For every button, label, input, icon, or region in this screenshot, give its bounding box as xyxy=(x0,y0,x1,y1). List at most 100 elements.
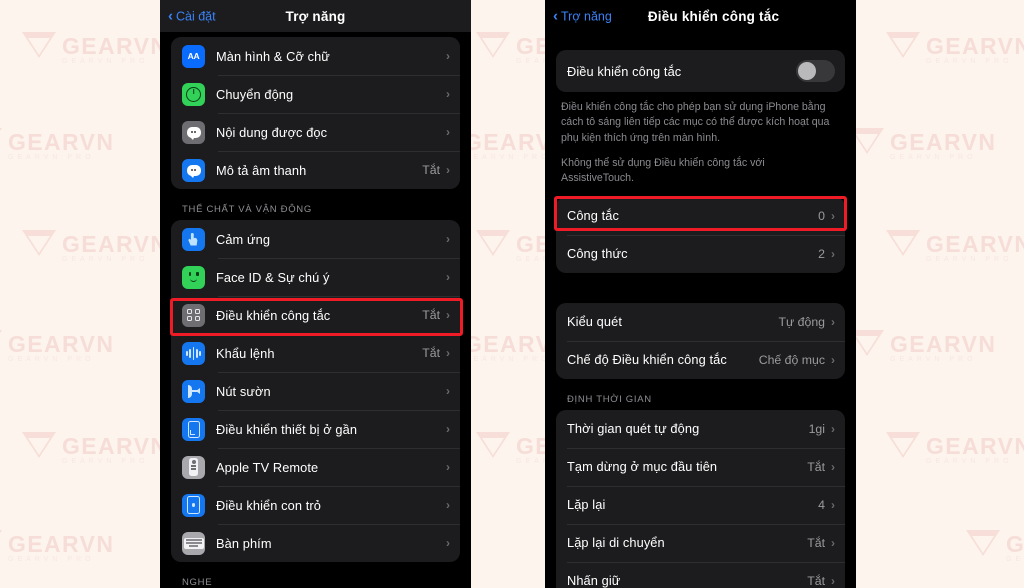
row-keyboard[interactable]: Bàn phím › xyxy=(171,524,460,562)
watermark-backdrop: GEARVN GEARVN PRO GEARVN GEARVN PRO GEARVN… xyxy=(0,0,1024,588)
chevron-right-icon: › xyxy=(446,87,450,101)
chevron-right-icon: › xyxy=(446,308,450,322)
watermark-text: GEARVN xyxy=(890,330,997,357)
watermark-subtext: GEARVN PRO xyxy=(8,556,95,563)
row-value: 4 xyxy=(818,497,825,512)
watermark-subtext: GEARVN PRO xyxy=(926,58,1013,65)
watermark-subtext: GEARVN PRO xyxy=(8,356,95,363)
row-label: Điều khiển thiết bị ở gần xyxy=(216,421,358,437)
row-switch-control-mode[interactable]: Chế độ Điều khiển công tắc Chế độ mục › xyxy=(556,340,845,379)
row-label: Kiểu quét xyxy=(567,314,622,330)
gearvn-triangle-icon xyxy=(0,128,2,156)
row-auto-scanning-time[interactable]: Thời gian quét tự động 1gi › xyxy=(556,410,845,448)
chevron-right-icon: › xyxy=(831,497,835,512)
row-label: Công tắc xyxy=(567,208,620,224)
watermark-logo: GEARVNGEARVN PRO xyxy=(850,330,997,363)
chevron-right-icon: › xyxy=(446,422,450,436)
phone-screenshot-switch-control: ‹ Trợ năng Điều khiển công tắc Điều khiể… xyxy=(545,0,856,588)
chevron-right-icon: › xyxy=(446,163,450,177)
row-voice-control[interactable]: Khẩu lệnh Tắt › xyxy=(171,334,460,372)
left-navigation-bar: ‹ Cài đặt Trợ năng xyxy=(160,0,471,32)
watermark-subtext: GEARVN PRO xyxy=(926,256,1013,263)
chevron-right-icon: › xyxy=(831,208,835,223)
switch-control-toggle[interactable] xyxy=(796,60,835,82)
description-paragraph-1: Điều khiển công tắc cho phép bạn sử dụng… xyxy=(561,101,830,144)
row-touch[interactable]: Cảm ứng › xyxy=(171,220,460,258)
chevron-right-icon: › xyxy=(446,232,450,246)
row-audio-descriptions[interactable]: Mô tả âm thanh Tắt › xyxy=(171,151,460,189)
group-switch-control-toggle: Điều khiển công tắc xyxy=(556,50,845,92)
right-scroll-area[interactable]: Điều khiển công tắc Điều khiển công tắc … xyxy=(545,32,856,588)
description-paragraph-2: Không thể sử dụng Điều khiển công tắc vớ… xyxy=(561,157,765,185)
row-label: Face ID & Sự chú ý xyxy=(216,269,330,285)
chevron-right-icon: › xyxy=(831,246,835,261)
row-label: Lặp lại xyxy=(567,497,606,513)
watermark-text: GEARVN xyxy=(62,432,169,459)
watermark-logo: GEARVNGEARVN PRO xyxy=(0,530,115,563)
watermark-text: GEARVN xyxy=(62,230,169,257)
row-scanning-style[interactable]: Kiểu quét Tự động › xyxy=(556,303,845,341)
row-label: Nội dung được đọc xyxy=(216,124,328,140)
row-display-text-size[interactable]: AA Màn hình & Cỡ chữ › xyxy=(171,37,460,75)
watermark-subtext: GEARVN PRO xyxy=(464,154,551,161)
row-label: Điều khiển công tắc xyxy=(567,63,682,79)
gearvn-triangle-icon xyxy=(22,432,56,460)
gearvn-triangle-icon xyxy=(886,432,920,460)
row-move-repeat[interactable]: Lặp lại di chuyển Tắt › xyxy=(556,523,845,562)
watermark-text: GEARVN xyxy=(8,330,115,357)
voice-control-icon xyxy=(182,341,205,365)
row-value: 0 xyxy=(818,208,825,223)
chevron-right-icon: › xyxy=(831,352,835,367)
watermark-text: GEARVN xyxy=(926,32,1024,59)
switch-control-icon xyxy=(182,303,205,327)
watermark-text: GEARVN xyxy=(8,530,115,557)
chevron-right-icon: › xyxy=(446,384,450,398)
row-pointer-control[interactable]: Điều khiển con trỏ › xyxy=(171,486,460,524)
watermark-subtext: GEARVN PRO xyxy=(1006,556,1024,563)
display-text-size-icon: AA xyxy=(182,44,205,68)
row-switch-control-master-toggle[interactable]: Điều khiển công tắc xyxy=(556,50,845,92)
row-loops[interactable]: Lặp lại 4 › xyxy=(556,485,845,524)
back-label: Cài đặt xyxy=(176,9,216,23)
back-label: Trợ năng xyxy=(561,9,612,23)
row-spoken-content[interactable]: Nội dung được đọc › xyxy=(171,113,460,151)
section-header-timing: ĐỊNH THỜI GIAN xyxy=(567,393,652,405)
row-value: 2 xyxy=(818,246,825,261)
row-label: Bàn phím xyxy=(216,535,272,551)
spoken-content-icon xyxy=(182,120,205,144)
left-scroll-area[interactable]: AA Màn hình & Cỡ chữ › Chuyển động › Nội… xyxy=(160,32,471,588)
watermark-logo: GEARVNGEARVN PRO xyxy=(22,230,169,263)
row-apple-tv-remote[interactable]: Apple TV Remote › xyxy=(171,448,460,486)
watermark-logo: GEARVNGEARVN PRO xyxy=(886,230,1024,263)
row-side-button[interactable]: Nút sườn › xyxy=(171,372,460,410)
row-label: Nút sườn xyxy=(216,383,271,399)
back-to-settings-button[interactable]: ‹ Cài đặt xyxy=(168,9,216,24)
back-to-accessibility-button[interactable]: ‹ Trợ năng xyxy=(553,9,612,24)
row-pause-on-first-item[interactable]: Tạm dừng ở mục đầu tiên Tắt › xyxy=(556,447,845,486)
watermark-logo: GEARVNGEARVN PRO xyxy=(886,432,1024,465)
gearvn-triangle-icon xyxy=(0,330,2,358)
row-label: Điều khiển công tắc xyxy=(216,307,331,323)
gearvn-triangle-icon xyxy=(966,530,1000,558)
chevron-right-icon: › xyxy=(446,346,450,360)
row-nearby-device-control[interactable]: Điều khiển thiết bị ở gần › xyxy=(171,410,460,448)
row-switch-control[interactable]: Điều khiển công tắc Tắt › xyxy=(171,296,460,334)
chevron-right-icon: › xyxy=(446,270,450,284)
motion-icon xyxy=(182,82,205,106)
row-switches[interactable]: Công tắc 0 › xyxy=(556,197,845,235)
row-label: Công thức xyxy=(567,246,628,262)
row-motion[interactable]: Chuyển động › xyxy=(171,75,460,113)
gearvn-triangle-icon xyxy=(886,230,920,258)
chevron-left-icon: ‹ xyxy=(168,7,173,25)
watermark-text: GEARVN xyxy=(890,128,997,155)
watermark-text: GEARVN xyxy=(62,32,169,59)
row-value: Tắt xyxy=(422,308,440,322)
watermark-logo: GEARVNGEARVN PRO xyxy=(22,32,169,65)
row-face-id-attention[interactable]: Face ID & Sự chú ý › xyxy=(171,258,460,296)
row-label: Màn hình & Cỡ chữ xyxy=(216,48,330,64)
row-long-press[interactable]: Nhấn giữ Tắt › xyxy=(556,561,845,588)
pointer-control-icon xyxy=(182,493,205,517)
row-recipes[interactable]: Công thức 2 › xyxy=(556,234,845,273)
gearvn-triangle-icon xyxy=(476,230,510,258)
